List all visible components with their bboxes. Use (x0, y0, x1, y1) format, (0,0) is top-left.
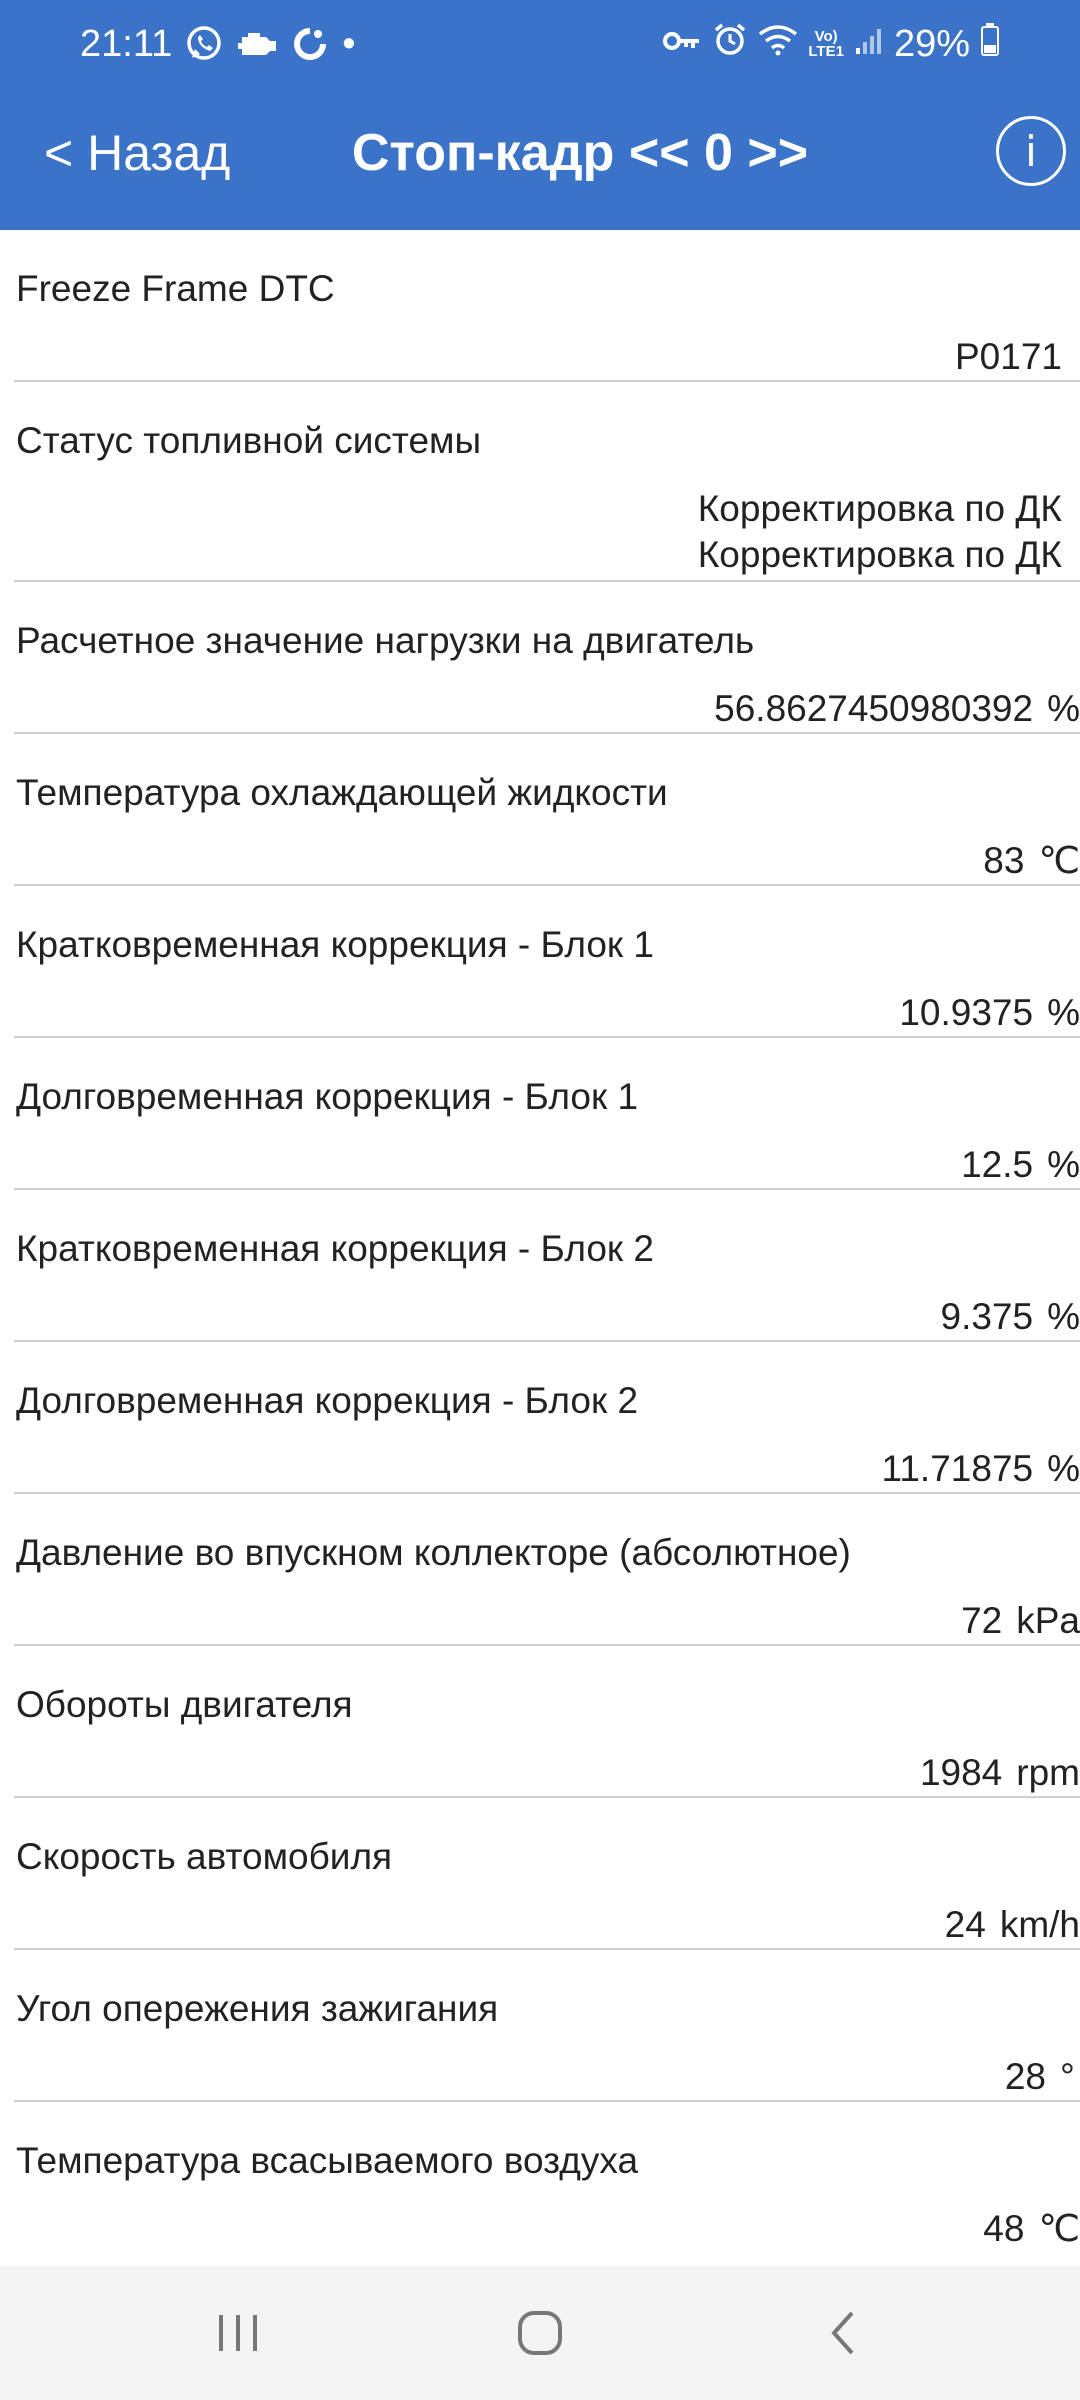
param-label: Freeze Frame DTC (16, 268, 335, 309)
toolbar: < Назад Стоп-кадр << 0 >> i (0, 88, 1080, 230)
param-value: 28 (1004, 2056, 1046, 2097)
param-label: Давление во впускном коллекторе (абсолют… (16, 1532, 851, 1573)
param-value-group: 9.375% (941, 1294, 1080, 1340)
battery-percent: 29% (893, 22, 970, 65)
param-value-group: P0171 (955, 334, 1062, 380)
param-value-group: 24 km/h (945, 1902, 1080, 1948)
param-value-group: 11.71875% (882, 1446, 1080, 1492)
param-unit: % (1047, 1144, 1080, 1185)
param-value-group: 56.8627450980392% (714, 686, 1080, 732)
battery-icon (980, 22, 1000, 66)
param-value: 12.5 (961, 1144, 1034, 1185)
alarm-icon (712, 21, 748, 67)
param-label: Расчетное значение нагрузки на двигатель (16, 620, 755, 661)
home-icon[interactable] (460, 2266, 620, 2400)
param-label: Статус топливной системы (16, 420, 482, 461)
list-item: Freeze Frame DTC P0171 (14, 230, 1080, 382)
list-item: Статус топливной системы Корректировка п… (14, 382, 1080, 582)
param-label: Долговременная коррекция - Блок 1 (16, 1076, 639, 1117)
list-item: Расчетное значение нагрузки на двигатель… (14, 582, 1080, 734)
list-item: Обороты двигателя 1984 rpm (14, 1646, 1080, 1798)
param-value: 83 (983, 840, 1025, 881)
list-item: Долговременная коррекция - Блок 2 11.718… (14, 1342, 1080, 1494)
param-value: 72 (961, 1600, 1003, 1641)
param-label: Угол опережения зажигания (16, 1988, 499, 2029)
param-label: Кратковременная коррекция - Блок 2 (16, 1228, 654, 1269)
list-item: Долговременная коррекция - Блок 1 12.5% (14, 1038, 1080, 1190)
param-label: Температура охлаждающей жидкости (16, 772, 668, 813)
signal-icon (854, 23, 884, 66)
freeze-frame-list: Freeze Frame DTC P0171 Статус топливной … (0, 230, 1080, 2254)
list-item: Кратковременная коррекция - Блок 1 10.93… (14, 886, 1080, 1038)
param-unit: % (1047, 1448, 1080, 1489)
param-value: 11.71875 (881, 1448, 1034, 1489)
list-item: Давление во впускном коллекторе (абсолют… (14, 1494, 1080, 1646)
status-bar-right: Vo) LTE1 29% (662, 20, 1000, 68)
back-icon[interactable] (764, 2266, 924, 2400)
param-value: 9.375 (940, 1296, 1034, 1337)
param-unit: % (1047, 992, 1080, 1033)
page-title: Стоп-кадр << 0 >> (351, 124, 809, 182)
param-label: Скорость автомобиля (16, 1836, 393, 1877)
param-value-group: 10.9375% (899, 990, 1080, 1036)
param-unit: % (1047, 688, 1080, 729)
list-item: Кратковременная коррекция - Блок 2 9.375… (14, 1190, 1080, 1342)
info-icon[interactable]: i (996, 116, 1066, 186)
app-screen: 21:11 • Vo) LTE1 29% < Назад Стоп-кадр <… (0, 0, 1080, 2400)
param-value-group: 83 ℃ (983, 838, 1080, 884)
param-value-group: 28 ° (1005, 2054, 1080, 2100)
param-unit: ℃ (1038, 2208, 1080, 2249)
wifi-icon (758, 23, 798, 66)
volte-indicator: Vo) LTE1 (808, 28, 844, 60)
param-value-group: 12.5% (961, 1142, 1080, 1188)
param-unit: rpm (1016, 1752, 1080, 1793)
whatsapp-icon (184, 24, 224, 64)
list-item: Температура охлаждающей жидкости 83 ℃ (14, 734, 1080, 886)
param-value: 24 (944, 1904, 986, 1945)
param-unit: kPa (1016, 1600, 1080, 1641)
status-time: 21:11 (80, 22, 173, 65)
param-value-group: 1984 rpm (920, 1750, 1080, 1796)
param-value: Корректировка по ДК (697, 488, 1062, 529)
param-value: 1984 (919, 1752, 1003, 1793)
param-label: Обороты двигателя (16, 1684, 353, 1725)
param-label: Температура всасываемого воздуха (16, 2140, 639, 2181)
key-icon (662, 23, 702, 66)
param-label: Долговременная коррекция - Блок 2 (16, 1380, 639, 1421)
param-value: 56.8627450980392 (714, 688, 1034, 729)
param-unit: ℃ (1038, 840, 1080, 881)
list-item: Угол опережения зажигания 28 ° (14, 1950, 1080, 2102)
param-unit: % (1047, 1296, 1080, 1337)
app-icon (290, 24, 330, 64)
status-bar-left: 21:11 • (80, 20, 356, 68)
param-value: P0171 (955, 336, 1062, 377)
check-engine-icon (236, 27, 278, 61)
param-value: 10.9375 (899, 992, 1034, 1033)
system-nav-bar (0, 2266, 1080, 2400)
param-label: Кратковременная коррекция - Блок 1 (16, 924, 654, 965)
recents-icon[interactable] (158, 2266, 318, 2400)
param-unit: km/h (999, 1904, 1080, 1945)
status-bar: 21:11 • Vo) LTE1 29% (0, 0, 1080, 88)
list-item: Температура всасываемого воздуха 48 ℃ (14, 2102, 1080, 2254)
param-value-group: Корректировка по ДК Корректировка по ДК (698, 486, 1062, 578)
param-unit: ° (1060, 2056, 1075, 2097)
list-item: Скорость автомобиля 24 km/h (14, 1798, 1080, 1950)
param-value: Корректировка по ДК (697, 534, 1062, 575)
status-dot: • (342, 22, 356, 65)
param-value: 48 (983, 2208, 1025, 2249)
param-value-group: 72 kPa (961, 1598, 1080, 1644)
param-value-group: 48 ℃ (983, 2206, 1080, 2252)
app-header: 21:11 • Vo) LTE1 29% < Назад Стоп-кадр <… (0, 0, 1080, 230)
